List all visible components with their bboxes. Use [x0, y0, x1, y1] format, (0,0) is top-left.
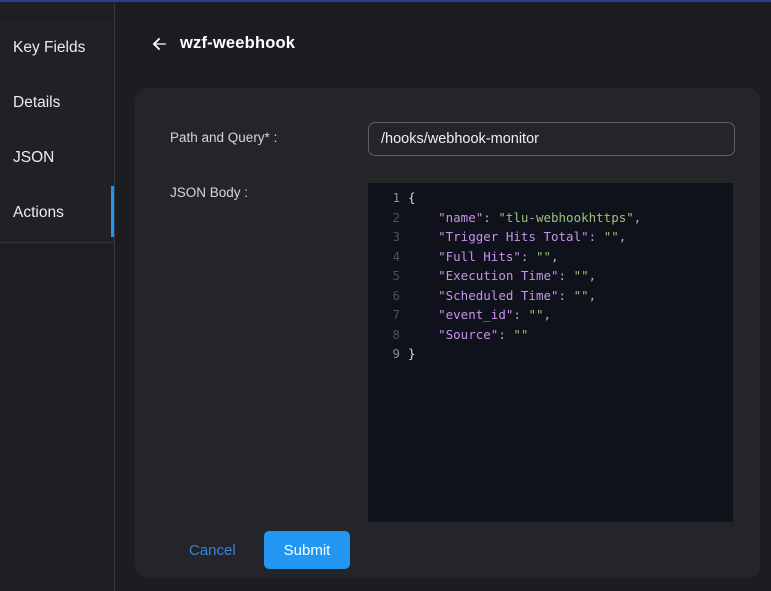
code-content: "Trigger Hits Total": "", — [400, 227, 626, 247]
action-form-card: Path and Query* : JSON Body : 1{2 "name"… — [135, 88, 760, 578]
line-number: 6 — [368, 286, 400, 306]
sidebar-item-json[interactable]: JSON — [0, 130, 114, 185]
path-and-query-label: Path and Query* : — [170, 130, 277, 145]
code-line: 3 "Trigger Hits Total": "", — [368, 227, 733, 247]
line-number: 5 — [368, 266, 400, 286]
code-line: 9} — [368, 344, 733, 364]
line-number: 3 — [368, 227, 400, 247]
code-line: 6 "Scheduled Time": "", — [368, 286, 733, 306]
path-and-query-input[interactable] — [368, 122, 735, 156]
line-number: 8 — [368, 325, 400, 345]
back-button[interactable] — [149, 34, 169, 54]
sidebar-item-label: Actions — [13, 204, 64, 222]
line-number: 2 — [368, 208, 400, 228]
line-number: 9 — [368, 344, 400, 364]
sidebar-nav: Key Fields Details JSON Actions — [0, 20, 114, 243]
sidebar-item-key-fields[interactable]: Key Fields — [0, 20, 114, 75]
sidebar-item-label: Key Fields — [13, 39, 85, 57]
active-item-indicator — [111, 186, 114, 237]
arrow-left-icon — [150, 35, 168, 53]
submit-button[interactable]: Submit — [264, 531, 350, 569]
json-body-label: JSON Body : — [170, 185, 248, 200]
sidebar-item-actions[interactable]: Actions — [0, 185, 114, 240]
header: wzf-weebhook — [116, 2, 771, 88]
sidebar-item-label: JSON — [13, 149, 54, 167]
code-content: } — [400, 344, 416, 364]
sidebar-item-label: Details — [13, 94, 60, 112]
code-content: "Full Hits": "", — [400, 247, 559, 267]
code-content: "Scheduled Time": "", — [400, 286, 596, 306]
sidebar-item-details[interactable]: Details — [0, 75, 114, 130]
json-body-editor[interactable]: 1{2 "name": "tlu-webhookhttps",3 "Trigge… — [368, 183, 733, 522]
code-line: 5 "Execution Time": "", — [368, 266, 733, 286]
code-line: 2 "name": "tlu-webhookhttps", — [368, 208, 733, 228]
code-line: 7 "event_id": "", — [368, 305, 733, 325]
cancel-button[interactable]: Cancel — [181, 531, 244, 569]
code-content: "event_id": "", — [400, 305, 551, 325]
code-line: 4 "Full Hits": "", — [368, 247, 733, 267]
code-content: "Source": "" — [400, 325, 528, 345]
page-title: wzf-weebhook — [180, 34, 295, 53]
app-window: Key Fields Details JSON Actions wzf-weebhoo… — [0, 0, 771, 591]
code-content: "name": "tlu-webhookhttps", — [400, 208, 641, 228]
line-number: 1 — [368, 188, 400, 208]
line-number: 7 — [368, 305, 400, 325]
code-content: "Execution Time": "", — [400, 266, 596, 286]
code-line: 8 "Source": "" — [368, 325, 733, 345]
line-number: 4 — [368, 247, 400, 267]
sidebar: Key Fields Details JSON Actions — [0, 2, 115, 591]
code-line: 1{ — [368, 188, 733, 208]
code-content: { — [400, 188, 416, 208]
